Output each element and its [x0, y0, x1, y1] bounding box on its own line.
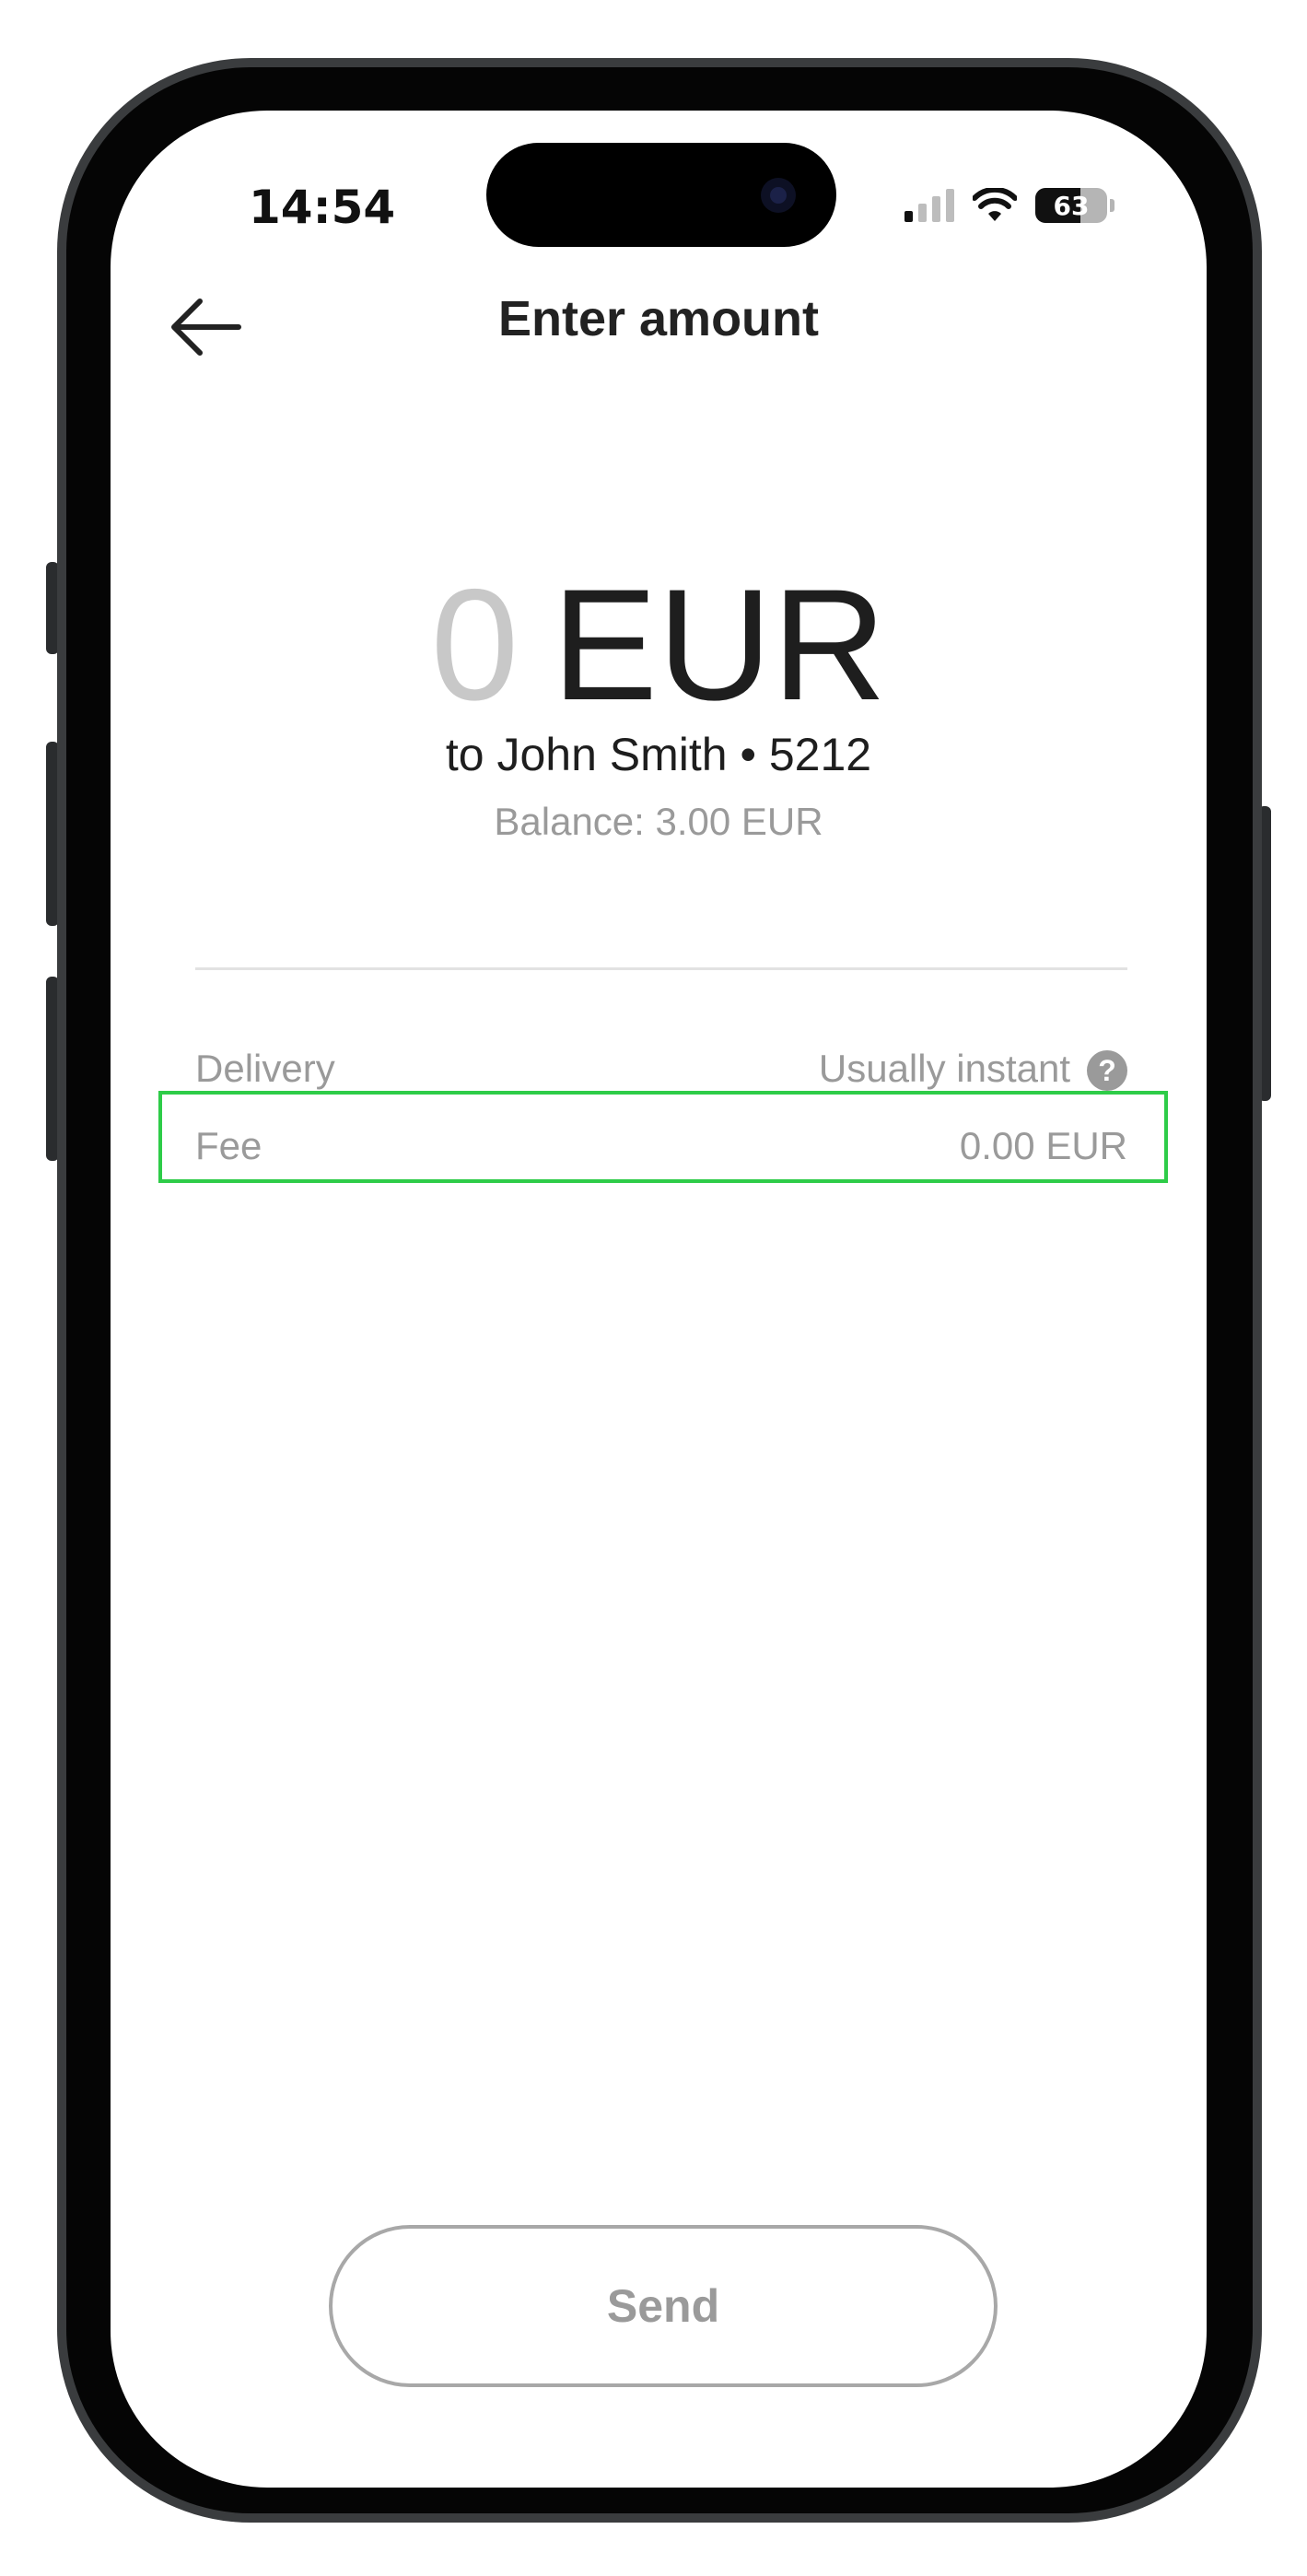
amount-currency: EUR — [552, 556, 887, 733]
fee-label: Fee — [195, 1124, 263, 1167]
camera-icon — [761, 178, 796, 213]
battery-icon: 63 — [1035, 188, 1107, 223]
dynamic-island — [486, 143, 836, 247]
recipient-label: to John Smith • 5212 — [445, 729, 872, 780]
battery-tip — [1110, 199, 1114, 212]
fee-value: 0.00 EUR — [959, 1124, 1127, 1167]
phone-screen: 14:54 63 Enter amount 0 EUR to John Smit… — [111, 111, 1207, 2488]
battery-indicator: 63 — [1035, 188, 1114, 223]
page-title: Enter amount — [497, 291, 820, 346]
balance-label: Balance: 3.00 EUR — [494, 800, 823, 843]
delivery-value-group: Usually instant? — [819, 1047, 1127, 1092]
delivery-label: Delivery — [195, 1047, 335, 1090]
battery-percent: 63 — [1053, 190, 1090, 221]
amount-display[interactable]: 0 EUR — [111, 553, 1207, 737]
signal-icon — [904, 189, 954, 222]
divider — [195, 967, 1127, 970]
status-icons: 63 — [904, 173, 1114, 238]
fee-row: Fee 0.00 EUR — [195, 1109, 1127, 1183]
question-icon[interactable]: ? — [1087, 1050, 1127, 1092]
wifi-icon — [973, 188, 1017, 221]
delivery-value: Usually instant — [818, 1046, 1070, 1090]
status-time: 14:54 — [249, 181, 396, 234]
amount-value[interactable]: 0 — [431, 553, 519, 737]
send-button[interactable]: Send — [329, 2225, 998, 2387]
